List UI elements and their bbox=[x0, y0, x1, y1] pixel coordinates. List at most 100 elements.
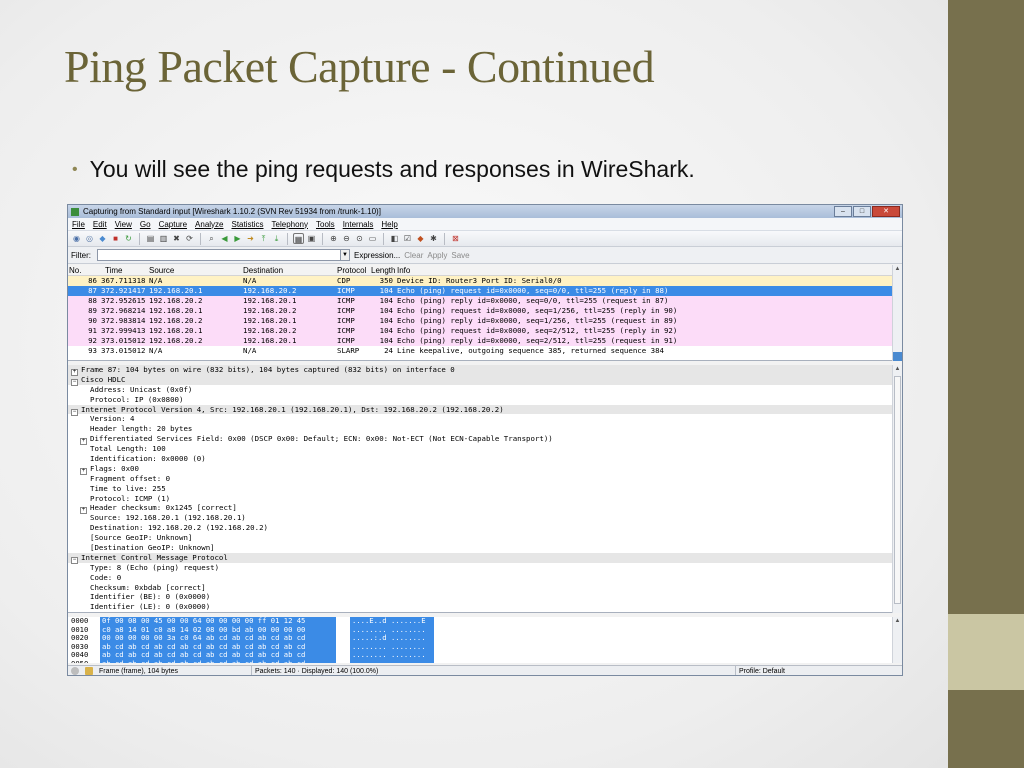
details-scroll-thumb[interactable] bbox=[894, 376, 901, 604]
close-file-icon[interactable]: ✖ bbox=[171, 233, 182, 244]
packet-row[interactable]: 91 372.999413 192.168.20.1 192.168.20.2 ICMP… bbox=[68, 326, 902, 336]
reload-icon[interactable]: ⟳ bbox=[184, 233, 195, 244]
find-packet-icon[interactable]: ⌕ bbox=[206, 233, 217, 244]
detail-line[interactable]: Checksum: 0xbdab [correct] bbox=[68, 583, 902, 593]
detail-line[interactable]: − Cisco HDLC bbox=[68, 374, 902, 386]
bytes-scrollbar[interactable]: ▲ bbox=[892, 617, 902, 663]
expert-info-icon[interactable] bbox=[71, 667, 79, 675]
detail-line[interactable]: Source: 192.168.20.1 (192.168.20.1) bbox=[68, 513, 902, 523]
detail-line[interactable]: Header length: 20 bytes bbox=[68, 424, 902, 434]
detail-line[interactable]: − Internet Control Message Protocol bbox=[68, 552, 902, 564]
collapse-icon[interactable]: − bbox=[71, 556, 78, 564]
status-profile[interactable]: Profile: Default bbox=[736, 666, 785, 676]
column-destination[interactable]: Destination bbox=[243, 265, 337, 275]
scroll-up-icon[interactable]: ▲ bbox=[893, 617, 902, 626]
column-no[interactable]: No. bbox=[68, 265, 101, 275]
expand-icon[interactable]: + bbox=[80, 507, 87, 515]
packet-row[interactable]: 90 372.983814 192.168.20.2 192.168.20.1 ICMP… bbox=[68, 316, 902, 326]
detail-line[interactable]: Version: 4 bbox=[68, 414, 902, 424]
column-info[interactable]: Info bbox=[397, 265, 902, 275]
help-icon[interactable]: ⊠ bbox=[450, 233, 461, 244]
clear-button[interactable]: Clear bbox=[404, 251, 423, 260]
packet-row[interactable]: 88 372.952615 192.168.20.2 192.168.20.1 ICMP… bbox=[68, 296, 902, 306]
column-protocol[interactable]: Protocol bbox=[337, 265, 371, 275]
resize-columns-icon[interactable]: ▭ bbox=[367, 233, 378, 244]
zoom-normal-icon[interactable]: ⊙ bbox=[354, 233, 365, 244]
colorize-icon[interactable]: ▦ bbox=[293, 233, 304, 244]
column-length[interactable]: Length bbox=[371, 265, 397, 275]
menu-item-view[interactable]: View bbox=[115, 220, 132, 229]
capture-comment-icon[interactable] bbox=[85, 667, 93, 675]
menu-item-statistics[interactable]: Statistics bbox=[232, 220, 264, 229]
scroll-down-icon[interactable] bbox=[893, 352, 902, 361]
menu-item-edit[interactable]: Edit bbox=[93, 220, 107, 229]
detail-line[interactable]: Total Length: 100 bbox=[68, 444, 902, 454]
menu-item-internals[interactable]: Internals bbox=[343, 220, 374, 229]
filter-dropdown-icon[interactable]: ▼ bbox=[340, 249, 350, 261]
apply-button[interactable]: Apply bbox=[427, 251, 447, 260]
zoom-in-icon[interactable]: ⊕ bbox=[328, 233, 339, 244]
menu-item-go[interactable]: Go bbox=[140, 220, 151, 229]
menu-item-capture[interactable]: Capture bbox=[159, 220, 187, 229]
detail-line[interactable]: [Source GeoIP: Unknown] bbox=[68, 533, 902, 543]
collapse-icon[interactable]: − bbox=[71, 408, 78, 416]
save-button[interactable]: Save bbox=[451, 251, 469, 260]
zoom-out-icon[interactable]: ⊖ bbox=[341, 233, 352, 244]
go-first-icon[interactable]: ⤒ bbox=[258, 233, 269, 244]
open-file-icon[interactable]: ▤ bbox=[145, 233, 156, 244]
scroll-up-icon[interactable]: ▲ bbox=[893, 265, 902, 274]
go-last-icon[interactable]: ⤓ bbox=[271, 233, 282, 244]
detail-line[interactable]: Address: Unicast (0x0f) bbox=[68, 385, 902, 395]
go-forward-icon[interactable]: ▶ bbox=[232, 233, 243, 244]
detail-line[interactable]: + Differentiated Services Field: 0x00 (DS… bbox=[68, 434, 902, 446]
save-file-icon[interactable]: ▥ bbox=[158, 233, 169, 244]
detail-line[interactable]: + Flags: 0x00 bbox=[68, 464, 902, 475]
go-to-packet-icon[interactable]: ➜ bbox=[245, 233, 256, 244]
detail-line[interactable]: Identification: 0x0000 (0) bbox=[68, 454, 902, 464]
coloring-rules-icon[interactable]: ◆ bbox=[415, 233, 426, 244]
detail-line[interactable]: Code: 0 bbox=[68, 573, 902, 583]
collapse-icon[interactable]: − bbox=[71, 378, 78, 386]
detail-line[interactable]: Identifier (LE): 0 (0x0000) bbox=[68, 602, 902, 612]
start-capture-icon[interactable]: ◆ bbox=[97, 233, 108, 244]
maximize-button[interactable]: □ bbox=[853, 206, 871, 217]
detail-line[interactable]: + Frame 87: 104 bytes on wire (832 bits),… bbox=[68, 365, 902, 376]
packet-row[interactable]: 87 372.921417 192.168.20.1 192.168.20.2 ICMP… bbox=[68, 286, 902, 296]
capture-filters-icon[interactable]: ◧ bbox=[389, 233, 400, 244]
detail-line[interactable]: + Header checksum: 0x1245 [correct] bbox=[68, 503, 902, 515]
packet-row[interactable]: 86 367.711318 N/A N/A CDP 350 Device ID: Route… bbox=[68, 276, 902, 286]
go-back-icon[interactable]: ◀ bbox=[219, 233, 230, 244]
detail-line[interactable]: Fragment offset: 0 bbox=[68, 474, 902, 484]
scroll-up-icon[interactable]: ▲ bbox=[893, 365, 902, 374]
details-scrollbar[interactable]: ▲ bbox=[892, 365, 902, 613]
packet-row[interactable]: 89 372.968214 192.168.20.1 192.168.20.2 ICMP… bbox=[68, 306, 902, 316]
filter-input[interactable] bbox=[97, 249, 341, 261]
detail-line[interactable]: Type: 8 (Echo (ping) request) bbox=[68, 563, 902, 573]
auto-scroll-icon[interactable]: ▣ bbox=[306, 233, 317, 244]
detail-line[interactable]: Time to live: 255 bbox=[68, 484, 902, 494]
menu-item-telephony[interactable]: Telephony bbox=[272, 220, 308, 229]
restart-capture-icon[interactable]: ↻ bbox=[123, 233, 134, 244]
window-titlebar[interactable]: Capturing from Standard input [Wireshark… bbox=[68, 205, 902, 218]
hex-line[interactable]: 0050 ab cd ab cd ab cd ab cd ab cd ab cd … bbox=[68, 659, 902, 663]
menu-item-analyze[interactable]: Analyze bbox=[195, 220, 223, 229]
detail-line[interactable]: Destination: 192.168.20.2 (192.168.20.2) bbox=[68, 523, 902, 533]
packet-list-scrollbar[interactable]: ▲ bbox=[892, 265, 902, 361]
column-time[interactable]: Time bbox=[101, 265, 149, 275]
preferences-icon[interactable]: ✱ bbox=[428, 233, 439, 244]
expand-icon[interactable]: + bbox=[80, 467, 87, 475]
expression-button[interactable]: Expression... bbox=[354, 251, 400, 260]
minimize-button[interactable]: – bbox=[834, 206, 852, 217]
stop-capture-icon[interactable]: ■ bbox=[110, 233, 121, 244]
detail-line[interactable]: − Internet Protocol Version 4, Src: 192.1… bbox=[68, 404, 902, 416]
detail-line[interactable]: [Destination GeoIP: Unknown] bbox=[68, 543, 902, 553]
expand-icon[interactable]: + bbox=[80, 438, 87, 446]
menu-item-help[interactable]: Help bbox=[381, 220, 397, 229]
display-filters-icon[interactable]: ☑ bbox=[402, 233, 413, 244]
packet-row[interactable]: 92 373.015012 192.168.20.2 192.168.20.1 ICMP… bbox=[68, 336, 902, 346]
close-button[interactable]: ✕ bbox=[872, 206, 900, 217]
column-source[interactable]: Source bbox=[149, 265, 243, 275]
detail-line[interactable]: Identifier (BE): 0 (0x0000) bbox=[68, 592, 902, 602]
detail-line[interactable]: Protocol: ICMP (1) bbox=[68, 494, 902, 504]
interfaces-icon[interactable]: ◉ bbox=[71, 233, 82, 244]
